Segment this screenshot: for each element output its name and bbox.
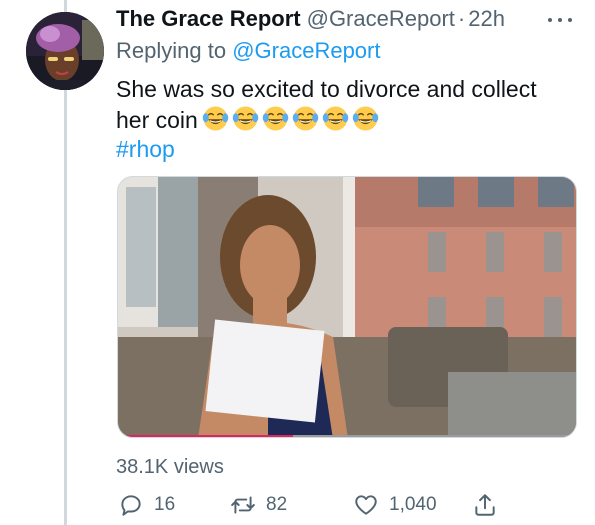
like-count: 1,040	[389, 494, 437, 515]
replying-to-line: Replying to @GraceReport	[116, 38, 380, 64]
tweet-actions: 16 82 1,040	[110, 488, 510, 522]
tears-of-joy-emoji-icon	[292, 106, 319, 131]
tweet-header: The Grace Report @GraceReport · 22h	[116, 6, 505, 34]
tears-of-joy-emoji-icon	[202, 106, 229, 131]
tears-of-joy-emoji-icon	[352, 106, 379, 131]
tweet-text: She was so excited to divorce and collec…	[116, 74, 576, 136]
retweet-count: 82	[266, 494, 288, 515]
hashtag-link[interactable]: #rhop	[116, 136, 175, 163]
display-name[interactable]: The Grace Report	[116, 6, 301, 32]
user-handle[interactable]: @GraceReport	[307, 6, 455, 32]
reply-button[interactable]: 16	[118, 488, 175, 522]
share-button[interactable]	[472, 488, 498, 522]
separator-dot: ·	[457, 6, 466, 31]
tears-of-joy-emoji-icon	[322, 106, 349, 131]
retweet-arrows-icon	[231, 496, 255, 514]
replying-to-mention[interactable]: @GraceReport	[232, 38, 380, 63]
tears-of-joy-emoji-icon	[232, 106, 259, 131]
retweet-button[interactable]: 82	[230, 488, 287, 522]
tears-of-joy-emoji-icon	[262, 106, 289, 131]
timestamp[interactable]: 22h	[468, 6, 505, 32]
reply-count: 16	[154, 494, 176, 515]
replying-to-prefix: Replying to	[116, 38, 227, 63]
views-count: 38.1K	[116, 456, 169, 478]
video-frame-image	[118, 177, 576, 437]
views-label: views	[173, 456, 224, 478]
heart-icon	[355, 495, 377, 515]
avatar[interactable]	[26, 12, 104, 90]
three-dots-icon[interactable]	[548, 14, 572, 26]
speech-bubble-icon	[121, 495, 141, 516]
video-thumbnail[interactable]	[117, 176, 577, 438]
views-line: 38.1K views	[116, 456, 224, 479]
like-button[interactable]: 1,040	[353, 488, 437, 522]
emoji-row	[202, 105, 379, 132]
avatar-image	[26, 12, 104, 90]
share-upload-icon	[475, 494, 495, 516]
